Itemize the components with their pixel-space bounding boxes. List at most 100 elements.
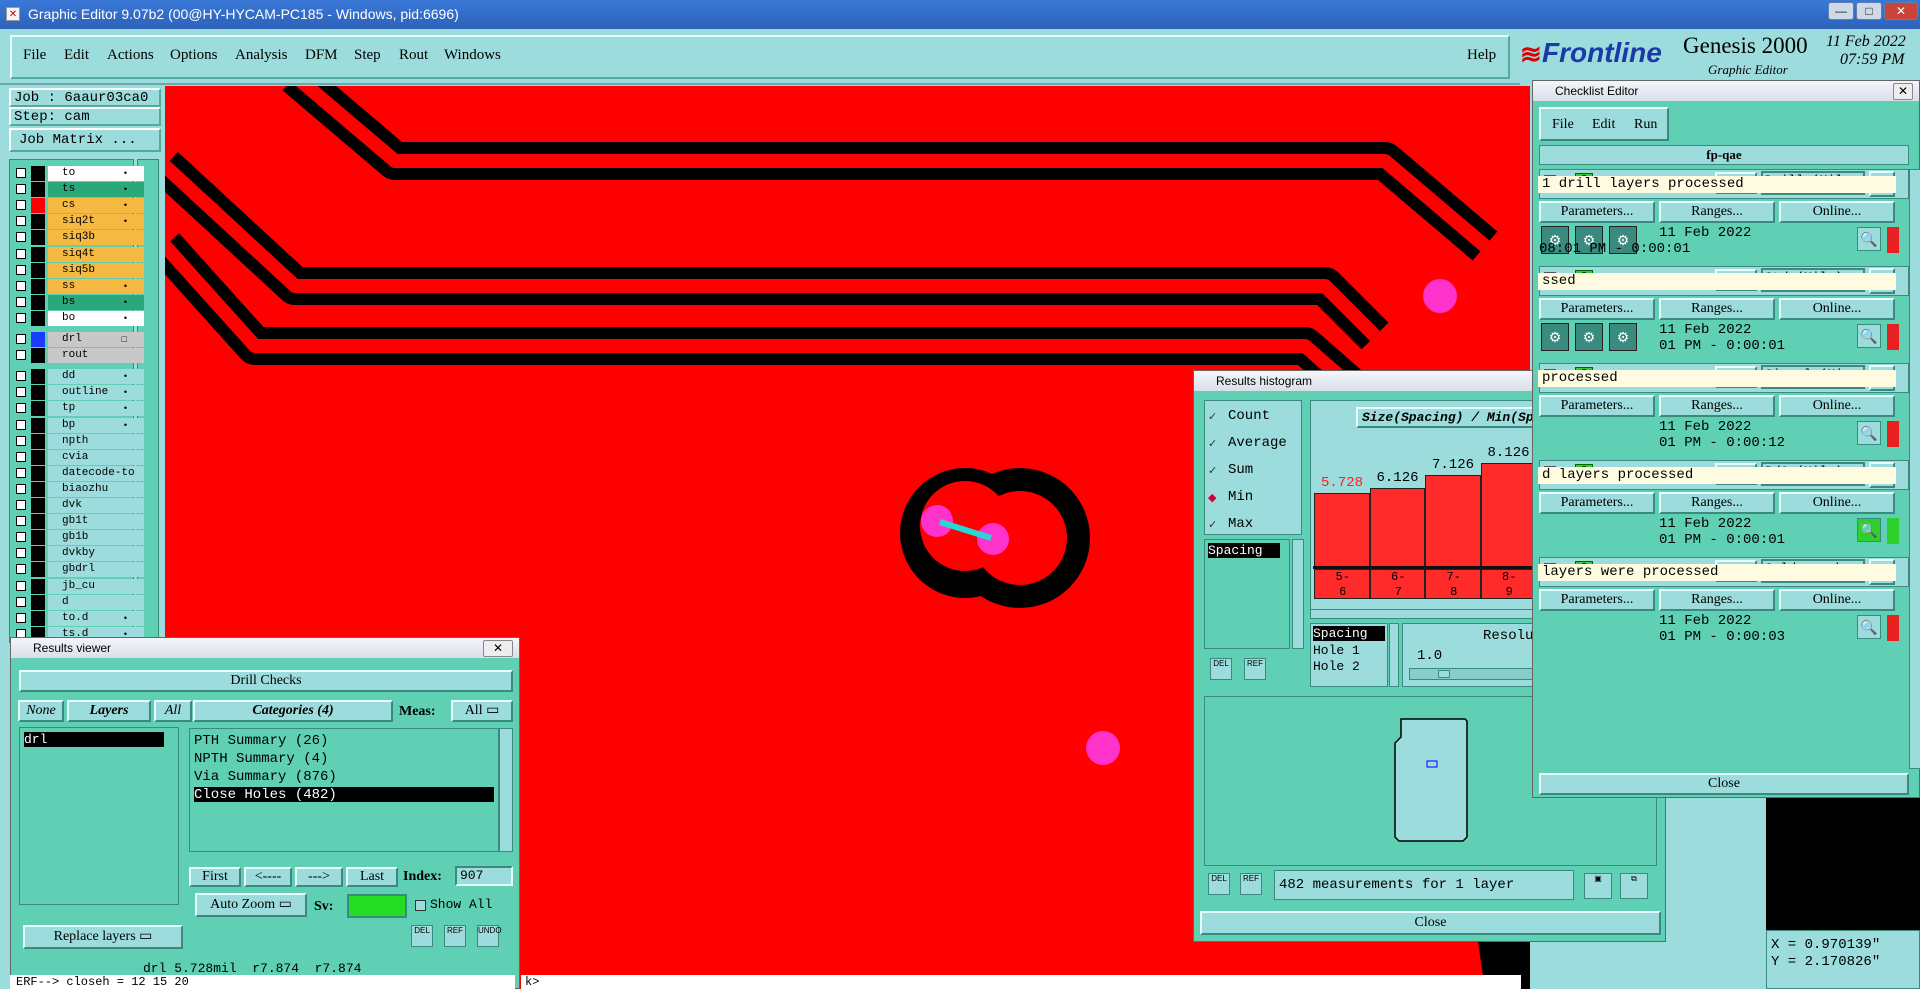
online-button[interactable]: Online...: [1779, 298, 1895, 320]
menu-options[interactable]: Options: [170, 47, 218, 64]
show-all-checkbox[interactable]: [415, 900, 426, 911]
layer-row[interactable]: bo •: [13, 310, 144, 326]
menu-rout[interactable]: Rout: [399, 47, 428, 64]
layer-checkbox[interactable]: [16, 350, 26, 361]
histogram-close-button[interactable]: Close: [1200, 911, 1661, 935]
close-icon[interactable]: ✕: [1893, 83, 1913, 100]
checklist-scrollbar[interactable]: [1909, 169, 1920, 769]
stat-option-count[interactable]: ✓ Count: [1208, 408, 1298, 428]
layer-checkbox[interactable]: [16, 483, 26, 494]
layer-checkbox[interactable]: [16, 184, 26, 195]
ranges-button[interactable]: Ranges...: [1659, 201, 1775, 223]
fields-scrollbar[interactable]: [1389, 623, 1399, 687]
menu-actions[interactable]: Actions: [107, 47, 154, 64]
layer-checkbox[interactable]: [16, 248, 26, 259]
checklist-close-button[interactable]: Close: [1539, 773, 1909, 795]
index-field[interactable]: 907: [455, 866, 513, 886]
layer-row[interactable]: gb1b: [13, 530, 144, 546]
layer-checkbox[interactable]: [16, 580, 26, 591]
first-button[interactable]: First: [189, 867, 241, 887]
ranges-button[interactable]: Ranges...: [1659, 395, 1775, 417]
maximize-button[interactable]: □: [1856, 2, 1882, 20]
menu-step[interactable]: Step: [354, 47, 381, 64]
layer-row[interactable]: siq3b: [13, 230, 144, 246]
layer-row[interactable]: d: [13, 594, 144, 610]
field-item-selected[interactable]: Spacing: [1313, 626, 1385, 641]
stat-option-max[interactable]: ✓ Max: [1208, 516, 1298, 536]
view-results-icon[interactable]: 🔍: [1857, 615, 1881, 639]
category-list[interactable]: PTH Summary (26) NPTH Summary (4) Via Su…: [189, 728, 499, 852]
ranges-button[interactable]: Ranges...: [1659, 298, 1775, 320]
layer-row[interactable]: dvkby: [13, 546, 144, 562]
layer-checkbox[interactable]: [16, 264, 26, 275]
checklist-menu-file[interactable]: File: [1552, 117, 1574, 133]
none-button[interactable]: None: [18, 700, 64, 722]
delete-icon[interactable]: DEL: [1208, 873, 1230, 895]
fields-list[interactable]: Spacing Hole 1 Hole 2: [1310, 623, 1388, 687]
layer-checkbox[interactable]: [16, 280, 26, 291]
category-item[interactable]: NPTH Summary (4): [190, 747, 498, 767]
layer-list[interactable]: drl: [19, 727, 179, 905]
stat-option-min[interactable]: ◆ Min: [1208, 489, 1298, 509]
parameters-button[interactable]: Parameters...: [1539, 201, 1655, 223]
histogram-bar[interactable]: [1425, 475, 1481, 566]
stat-item-selected[interactable]: Spacing: [1208, 543, 1280, 558]
histogram-bar[interactable]: [1480, 462, 1536, 566]
view-results-icon[interactable]: 🔍: [1857, 324, 1881, 348]
view-results-icon[interactable]: 🔍: [1857, 227, 1881, 251]
layer-row[interactable]: drl □: [13, 332, 144, 347]
layer-row[interactable]: bp •: [13, 417, 144, 433]
parameters-button[interactable]: Parameters...: [1539, 589, 1655, 611]
layer-checkbox[interactable]: [16, 387, 26, 398]
category-item-selected[interactable]: Close Holes (482): [194, 787, 494, 803]
stat-list[interactable]: Spacing: [1204, 539, 1290, 649]
layer-row[interactable]: ts •: [13, 182, 144, 198]
layer-item-drl[interactable]: drl: [24, 732, 164, 747]
layer-checkbox[interactable]: [16, 435, 26, 446]
category-item[interactable]: Via Summary (876): [190, 765, 498, 785]
parameters-button[interactable]: Parameters...: [1539, 492, 1655, 514]
layer-row[interactable]: gbdrl: [13, 562, 144, 578]
online-button[interactable]: Online...: [1779, 492, 1895, 514]
run-icon[interactable]: ⚙: [1541, 323, 1569, 351]
layer-checkbox[interactable]: [16, 334, 26, 344]
layer-row[interactable]: biaozhu: [13, 481, 144, 497]
ranges-button[interactable]: Ranges...: [1659, 589, 1775, 611]
layer-row[interactable]: dd •: [13, 369, 144, 385]
replace-layers-dropdown[interactable]: Replace layers ▭: [23, 925, 183, 949]
parameters-button[interactable]: Parameters...: [1539, 298, 1655, 320]
layer-checkbox[interactable]: [16, 403, 26, 414]
view-results-icon[interactable]: 🔍: [1857, 518, 1881, 542]
field-item[interactable]: Hole 2: [1313, 659, 1385, 675]
menu-dfm[interactable]: DFM: [305, 47, 338, 64]
chart-export-icon[interactable]: ▣: [1584, 873, 1612, 899]
chart-zoom-icon[interactable]: ⧉: [1620, 873, 1648, 899]
parameters-button[interactable]: Parameters...: [1539, 395, 1655, 417]
layer-row[interactable]: rout: [13, 348, 144, 364]
layer-checkbox[interactable]: [16, 296, 26, 307]
menu-help[interactable]: Help: [1467, 47, 1496, 64]
online-button[interactable]: Online...: [1779, 395, 1895, 417]
histogram-bar[interactable]: [1369, 488, 1425, 566]
meas-dropdown[interactable]: All ▭: [451, 700, 513, 722]
layer-checkbox[interactable]: [16, 532, 26, 543]
refresh-icon[interactable]: REF: [1240, 873, 1262, 895]
layer-checkbox[interactable]: [16, 596, 26, 607]
refresh-icon[interactable]: REF: [1244, 658, 1266, 680]
layer-checkbox[interactable]: [16, 419, 26, 430]
checklist-menu-edit[interactable]: Edit: [1592, 117, 1615, 133]
layer-row[interactable]: to •: [13, 166, 144, 181]
layer-row[interactable]: bs •: [13, 294, 144, 310]
online-button[interactable]: Online...: [1779, 589, 1895, 611]
layer-row[interactable]: siq2t •: [13, 214, 144, 230]
category-scrollbar[interactable]: [499, 728, 513, 852]
undo-icon[interactable]: UNDO: [477, 925, 502, 947]
next-button[interactable]: --->: [295, 867, 343, 887]
layer-checkbox[interactable]: [16, 467, 26, 478]
menu-file[interactable]: File: [23, 47, 46, 64]
layer-row[interactable]: npth: [13, 433, 144, 449]
stop-icon[interactable]: ⚙: [1609, 323, 1637, 351]
layer-row[interactable]: dvk: [13, 498, 144, 513]
layer-row[interactable]: to.d •: [13, 610, 144, 626]
menu-edit[interactable]: Edit: [64, 47, 89, 64]
